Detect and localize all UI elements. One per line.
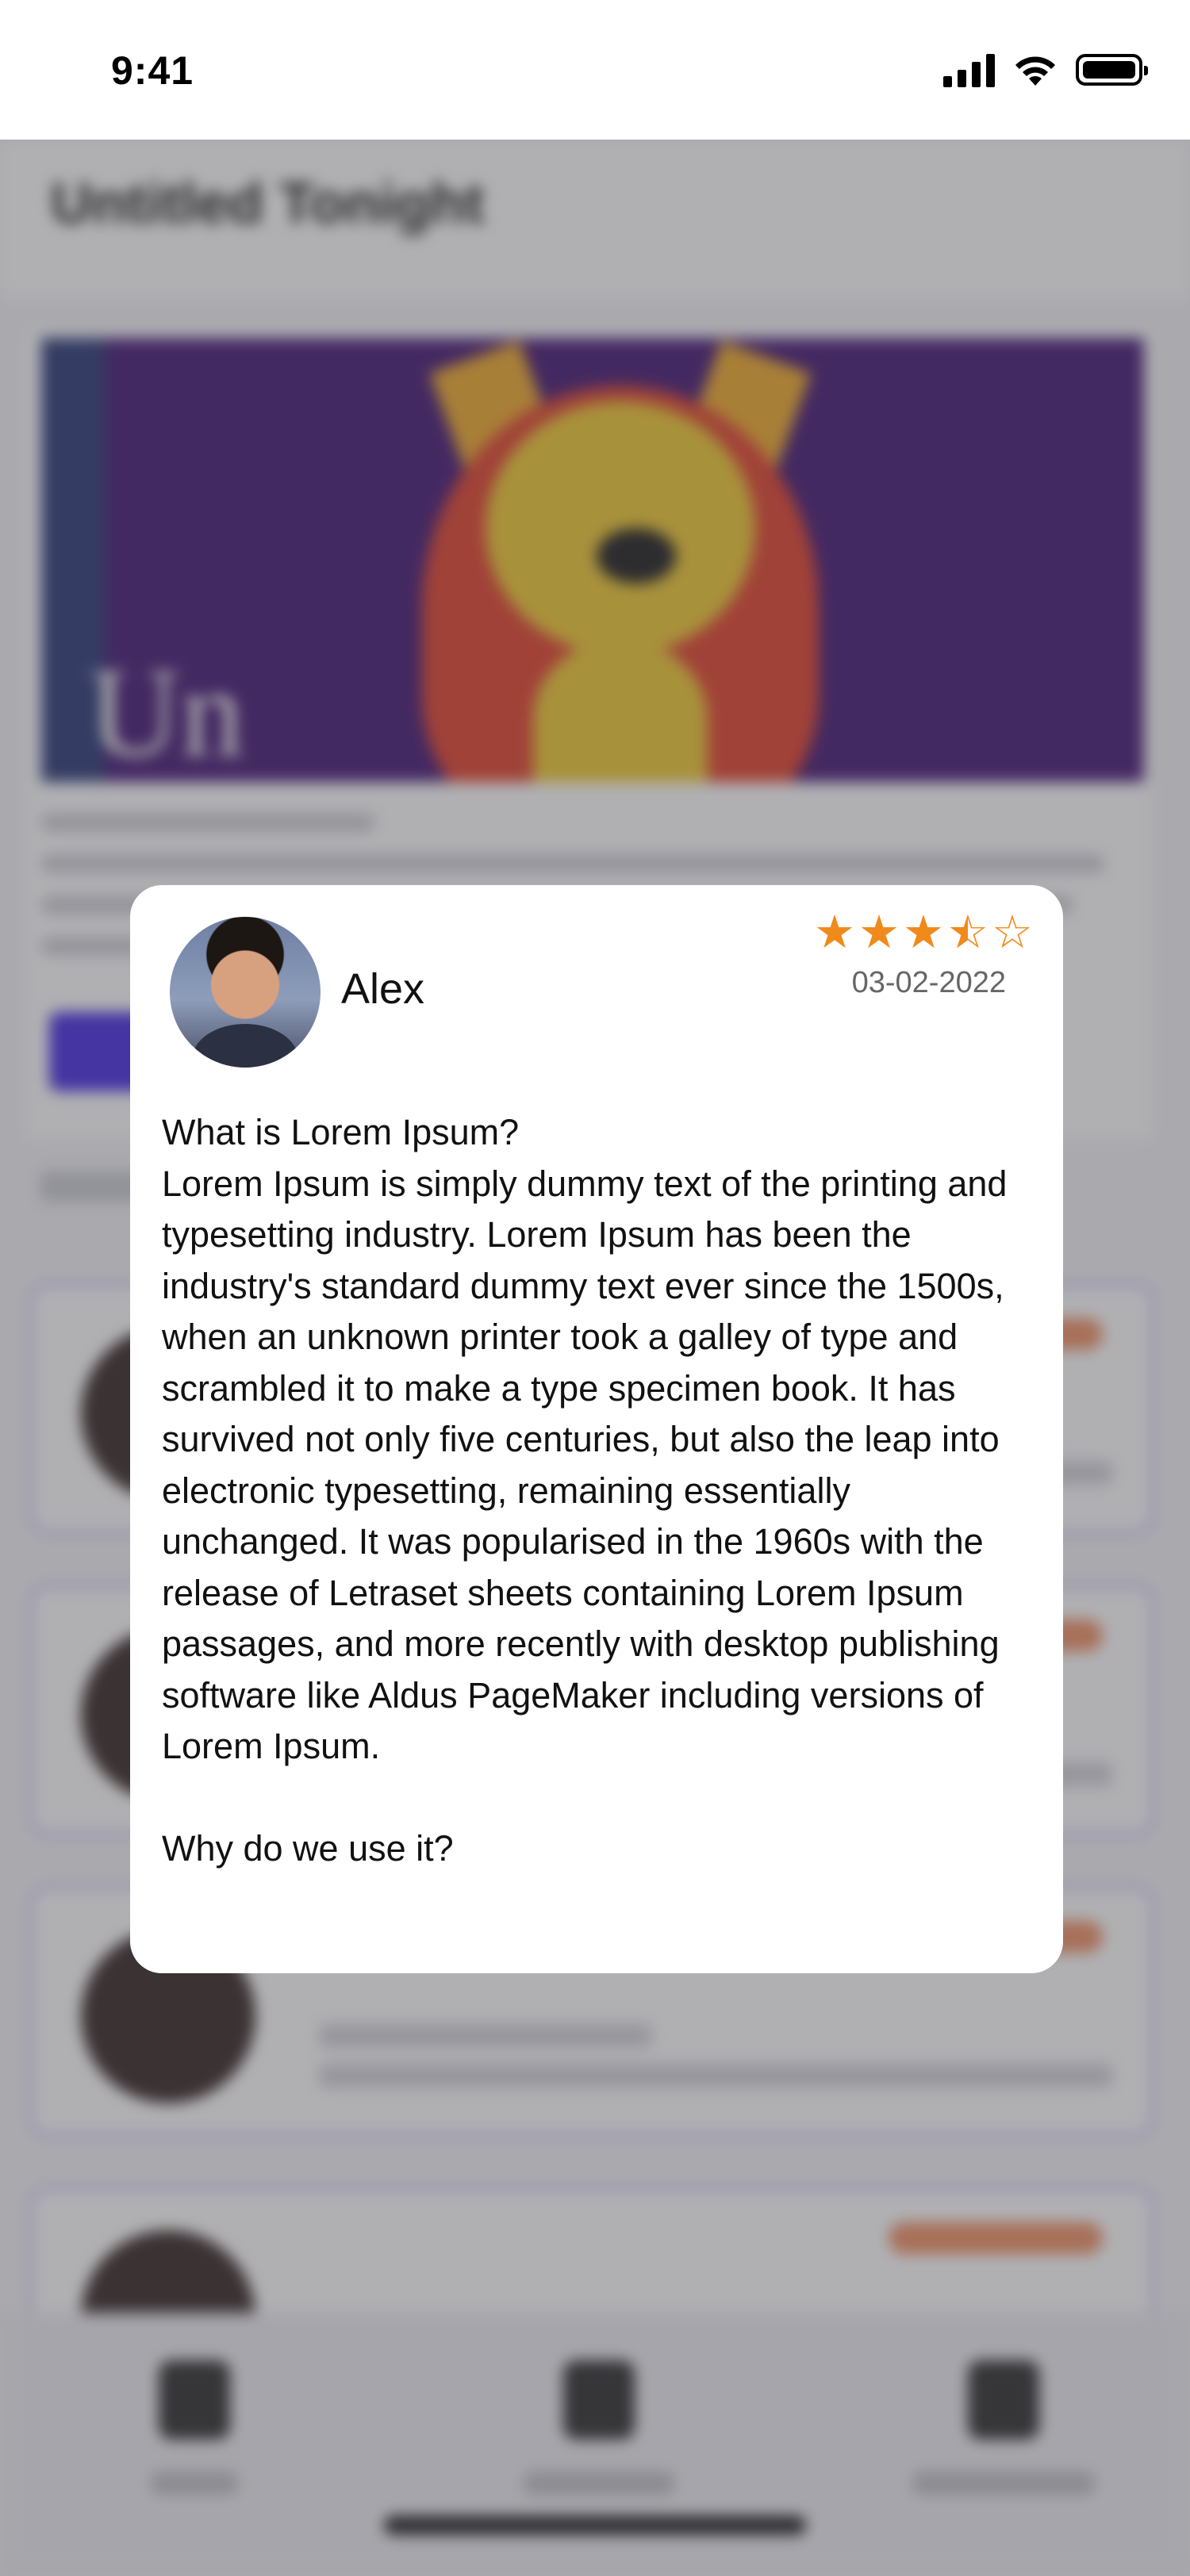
reviewer-name: Alex <box>341 965 425 1013</box>
reviewer-avatar <box>170 917 321 1068</box>
battery-icon <box>1076 54 1148 86</box>
wifi-icon <box>1015 56 1055 86</box>
review-text: What is Lorem Ipsum? Lorem Ipsum is simp… <box>162 1112 1008 1869</box>
star-full-icon: ★ <box>903 907 944 958</box>
star-rating: ★★★☆★☆ <box>814 909 1033 956</box>
star-empty-icon: ☆ <box>992 907 1033 958</box>
status-icons <box>943 52 1148 87</box>
review-date: 03-02-2022 <box>851 966 1006 999</box>
star-full-icon: ★ <box>858 907 900 958</box>
status-bar: 9:41 <box>0 0 1190 140</box>
status-time: 9:41 <box>111 48 194 93</box>
review-modal: Alex ★★★☆★☆ 03-02-2022 What is Lorem Ips… <box>130 885 1063 1973</box>
star-full-icon: ★ <box>814 907 855 958</box>
signal-icon <box>943 52 995 87</box>
star-half-icon: ☆★ <box>947 907 988 958</box>
